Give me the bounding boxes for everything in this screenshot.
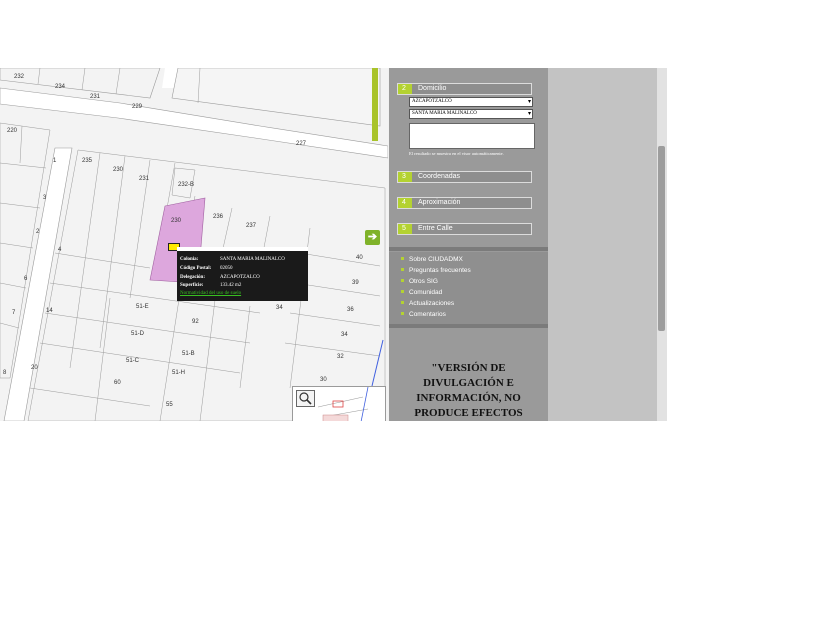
app-window: ➔ 232 234 231 229 227 220 1 235 230 231 … (0, 68, 667, 421)
lot-number: 39 (352, 280, 359, 286)
bullet-icon (401, 279, 404, 282)
map-viewer[interactable]: ➔ 232 234 231 229 227 220 1 235 230 231 … (0, 68, 388, 421)
overview-minimap[interactable] (292, 386, 386, 421)
bullet-icon (401, 290, 404, 293)
bullet-icon (401, 268, 404, 271)
lot-number: 1 (53, 158, 57, 164)
disclaimer-text: "VERSIÓN DE DIVULGACIÓN E INFORMACIÓN, N… (414, 362, 523, 419)
lot-number: 34 (341, 332, 348, 338)
lot-number: 55 (166, 402, 173, 408)
delegacion-select[interactable]: AZCAPOTZALCO ▾ (409, 97, 533, 107)
lot-number: 51-B (182, 351, 195, 357)
lot-number: 230 (171, 218, 182, 224)
lot-number: 60 (114, 380, 121, 386)
link-actualizaciones[interactable]: Actualizaciones (401, 300, 454, 308)
lot-number: 4 (58, 247, 62, 253)
link-preguntas-frecuentes[interactable]: Preguntas frecuentes (401, 267, 471, 275)
step-domicilio[interactable]: 2 Domicilio (397, 83, 532, 95)
lot-number: 232-B (178, 182, 195, 188)
collapse-arrow-button[interactable]: ➔ (365, 230, 380, 245)
content-area (548, 68, 657, 421)
lot-number: 236 (213, 214, 224, 220)
result-note: El resultado se muestra en el visor auto… (409, 151, 504, 156)
lot-number: 32 (337, 354, 344, 360)
vertical-scrollbar[interactable] (657, 68, 667, 421)
magnifier-icon (299, 392, 312, 405)
lot-number: 40 (356, 255, 363, 261)
info-row-superficie: Superficie: 133.42 m2 (180, 283, 242, 288)
link-sobre-ciudadmx[interactable]: Sobre CIUDADMX (401, 256, 463, 264)
lot-number: 231 (90, 94, 101, 100)
info-row-codigo-postal: Código Postal: 02050 (180, 266, 233, 271)
step-aproximacion[interactable]: 4 Aproximación (397, 197, 532, 209)
bullet-icon (401, 257, 404, 260)
link-comunidad[interactable]: Comunidad (401, 289, 442, 297)
lot-number: 92 (192, 319, 199, 325)
info-row-delegacion: Delegación: AZCAPOTZALCO (180, 275, 260, 280)
search-panel: 2 Domicilio AZCAPOTZALCO ▾ SANTA MARIA MA… (389, 68, 548, 421)
bullet-icon (401, 312, 404, 315)
footer-links: Sobre CIUDADMX Preguntas frecuentes Otro… (389, 252, 548, 324)
normatividad-link[interactable]: Normatividad del uso de suelo (180, 291, 241, 296)
lot-number: 220 (7, 128, 18, 134)
lot-number: 231 (139, 176, 150, 182)
step-entre-calle[interactable]: 5 Entre Calle (397, 223, 532, 235)
chevron-down-icon: ▾ (527, 99, 531, 105)
lot-number: 34 (276, 305, 283, 311)
divider (389, 324, 548, 328)
lot-number: 3 (43, 195, 47, 201)
lot-number: 51-H (172, 370, 186, 376)
lot-number: 235 (82, 158, 93, 164)
divider (389, 247, 548, 251)
chevron-down-icon: ▾ (527, 111, 531, 117)
address-input[interactable] (409, 123, 535, 149)
step-coordenadas[interactable]: 3 Coordenadas (397, 171, 532, 183)
lot-number: 51-D (131, 331, 145, 337)
link-comentarios[interactable]: Comentarios (401, 311, 446, 319)
map-parcels (0, 68, 388, 421)
map-panel-handle[interactable] (372, 68, 378, 141)
colonia-select[interactable]: SANTA MARIA MALINALCO ▾ (409, 109, 533, 119)
lot-number: 51-E (136, 304, 149, 310)
info-row-colonia: Colonia: SANTA MARIA MALINALCO (180, 257, 285, 262)
arrow-right-icon: ➔ (367, 231, 378, 243)
bullet-icon (401, 301, 404, 304)
lot-number: 14 (46, 308, 53, 314)
scrollbar-thumb[interactable] (658, 146, 665, 331)
lot-number: 7 (12, 310, 16, 316)
lot-number: 36 (347, 307, 354, 313)
lot-number: 20 (31, 365, 38, 371)
lot-number: 234 (55, 84, 66, 90)
lot-number: 8 (3, 370, 7, 376)
parcel-info-popup: Colonia: SANTA MARIA MALINALCO Código Pos… (177, 247, 308, 301)
zoom-button[interactable] (296, 390, 315, 407)
lot-number: 229 (132, 104, 143, 110)
lot-number: 6 (24, 276, 28, 282)
lot-number: 51-C (126, 358, 140, 364)
lot-number: 232 (14, 74, 25, 80)
lot-number: 237 (246, 223, 257, 229)
lot-number: 230 (113, 167, 124, 173)
lot-number: 30 (320, 377, 327, 383)
lot-number: 227 (296, 141, 307, 147)
link-otros-sig[interactable]: Otros SIG (401, 278, 438, 286)
lot-number: 2 (36, 229, 40, 235)
